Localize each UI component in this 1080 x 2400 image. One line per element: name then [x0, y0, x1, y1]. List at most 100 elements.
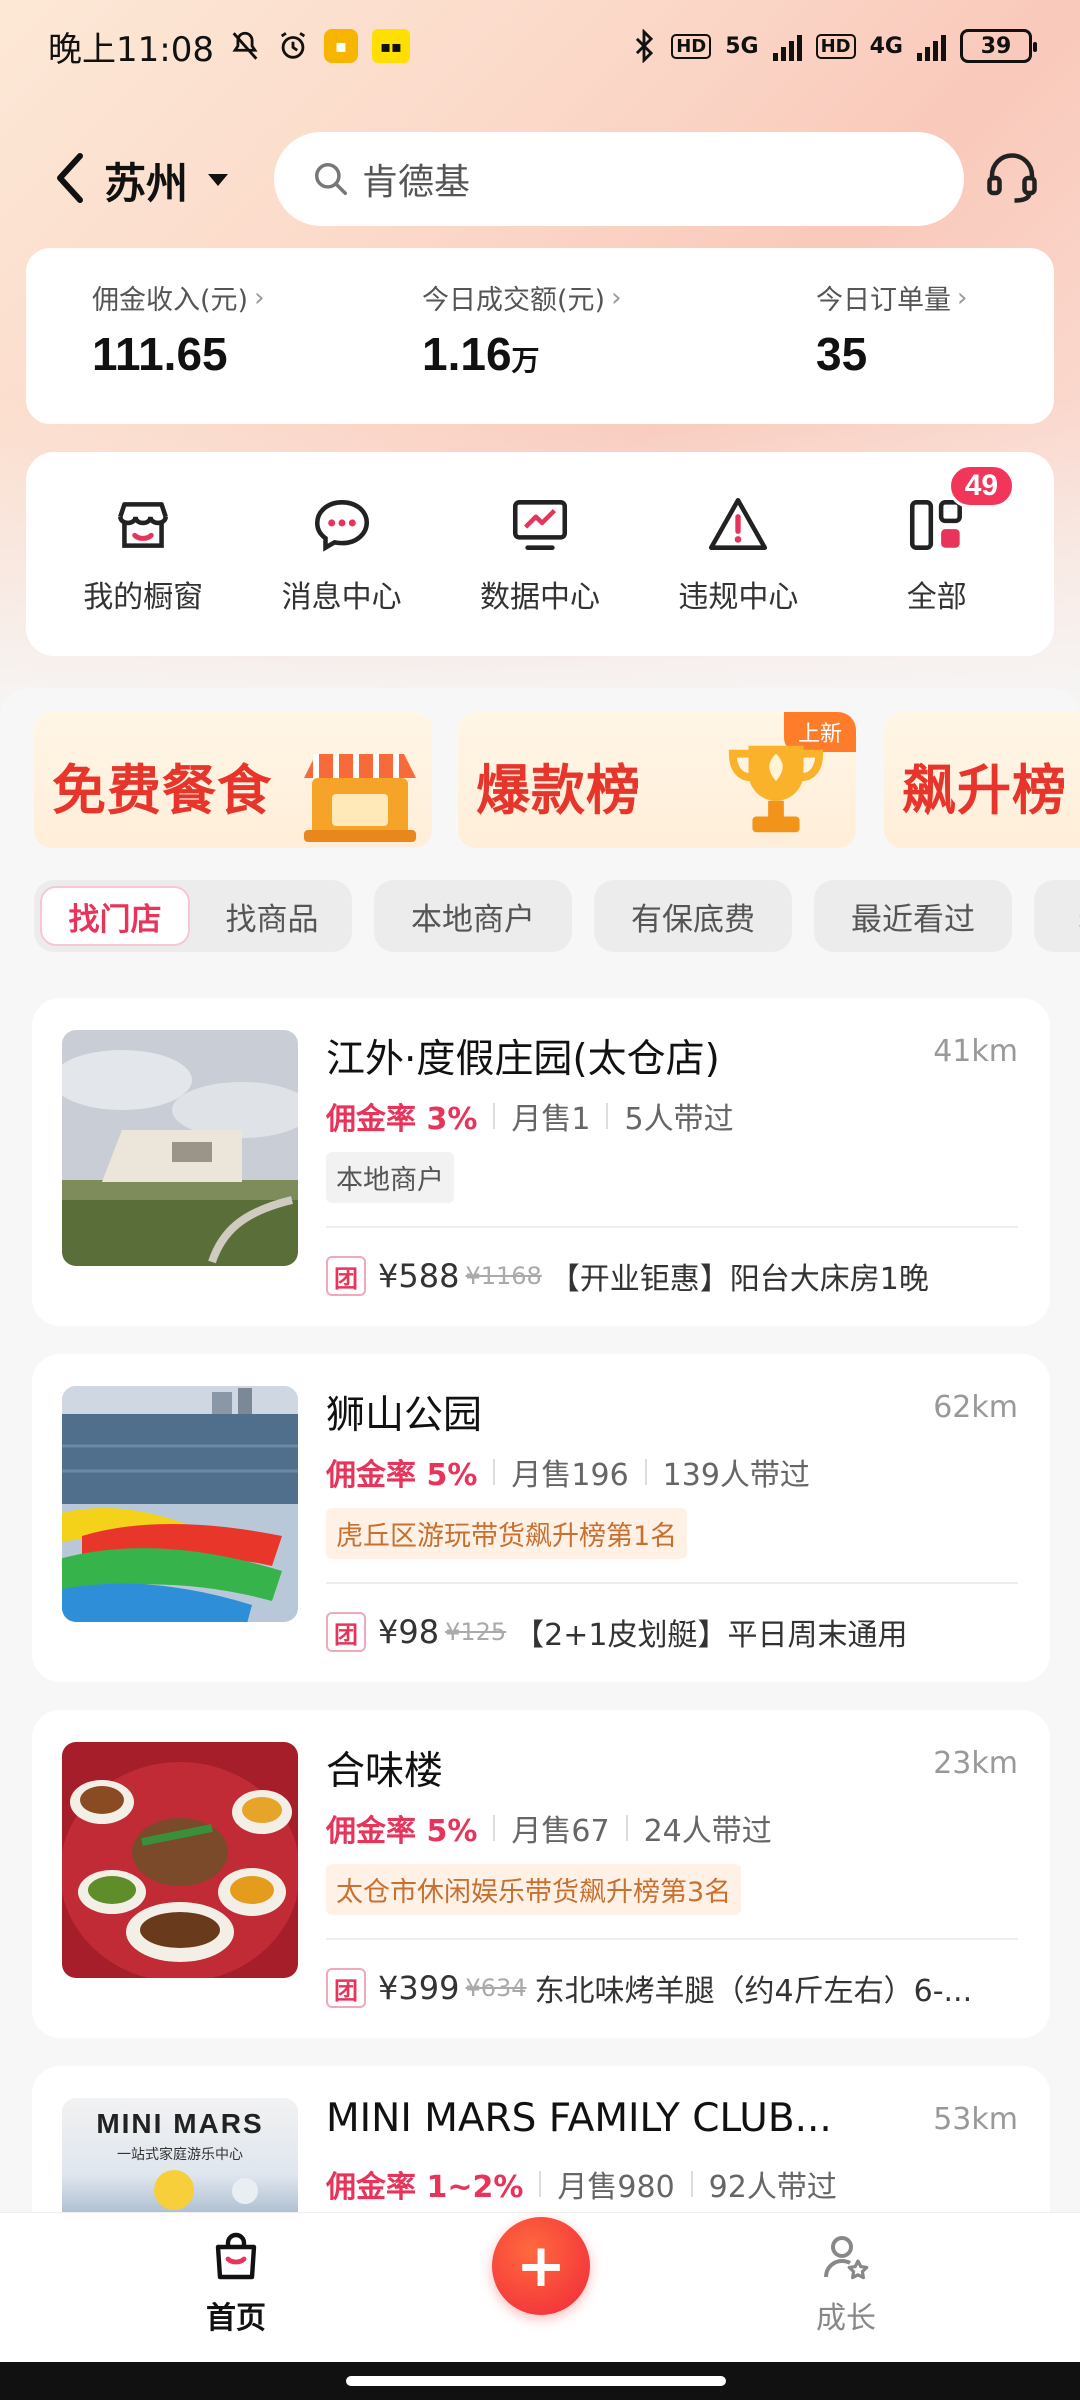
- store-title: 狮山公园: [326, 1393, 483, 1438]
- store-card[interactable]: 狮山公园 62km 佣金率 5% 月售196 139人带过 虎丘区游玩带货飙升榜…: [32, 1354, 1050, 1682]
- signal-5g-icon: [772, 31, 802, 61]
- banner-rising-list[interactable]: 飙升榜: [884, 712, 1080, 848]
- separator: [625, 1815, 628, 1841]
- stat-orders[interactable]: 今日订单量 › 35: [816, 278, 967, 381]
- banner-rising-list-title: 飙升榜: [902, 759, 1067, 822]
- chat-icon: [309, 492, 375, 558]
- monthly-sales: 月售67: [511, 1814, 610, 1849]
- banner-hot-list[interactable]: 爆款榜 上新: [458, 712, 856, 848]
- separator: [690, 2171, 693, 2197]
- battery-icon: 39: [960, 29, 1037, 63]
- stat-orders-value: 35: [816, 328, 868, 380]
- menu-item-showcase[interactable]: 我的橱窗: [58, 492, 228, 616]
- monthly-sales: 月售1: [511, 1102, 591, 1137]
- thumbnail-brand-text: MINI MARS: [96, 2108, 264, 2139]
- store-thumbnail: MINI MARS 一站式家庭游乐中心: [62, 2098, 298, 2226]
- separator: [539, 2171, 542, 2197]
- tab-find-stores[interactable]: 找门店: [40, 886, 190, 946]
- city-selector[interactable]: 苏州: [104, 150, 188, 211]
- deal-description: 【开业钜惠】阳台大床房1晚: [549, 1262, 929, 1297]
- mute-bell-icon: [228, 29, 262, 63]
- bluetooth-icon: [631, 29, 657, 63]
- store-card[interactable]: MINI MARS 一站式家庭游乐中心 MINI MARS FAMILY CLU…: [32, 2066, 1050, 2226]
- divider: [326, 1226, 1018, 1228]
- city-dropdown-caret-icon[interactable]: [208, 174, 228, 186]
- filter-recently-viewed[interactable]: 最近看过: [814, 880, 1012, 952]
- filter-guaranteed-fee[interactable]: 有保底费: [594, 880, 792, 952]
- menu-item-data[interactable]: 数据中心: [455, 492, 625, 616]
- store-card[interactable]: 合味楼 23km 佣金率 5% 月售67 24人带过 太仓市休闲娱乐带货飙升榜第…: [32, 1710, 1050, 2038]
- add-button[interactable]: +: [492, 2217, 590, 2315]
- alarm-icon: [276, 29, 310, 63]
- promoter-count: 24人带过: [643, 1814, 772, 1849]
- nav-home[interactable]: 首页: [186, 2231, 286, 2337]
- commission-rate: 佣金率 5%: [326, 1814, 478, 1849]
- bottom-navigation: 首页 + 成长: [0, 2212, 1080, 2362]
- divider: [326, 1938, 1018, 1940]
- meituan-app-icon: ▪▪: [371, 29, 410, 63]
- deal-price: ¥588: [378, 1257, 460, 1295]
- stat-gmv[interactable]: 今日成交额(元) › 1.16万: [422, 278, 621, 381]
- store-tag: 本地商户: [326, 1152, 454, 1203]
- menu-item-label: 数据中心: [479, 580, 600, 615]
- quick-menu: 我的橱窗 消息中心 数据中心 违规中心 49 全部: [26, 452, 1054, 656]
- store-thumbnail: [62, 1030, 298, 1266]
- menu-item-label: 消息中心: [281, 580, 402, 615]
- notification-count-badge: 49: [947, 464, 1016, 508]
- status-time: 晚上11:08: [48, 29, 214, 70]
- menu-item-messages[interactable]: 消息中心: [257, 492, 427, 616]
- hd-indicator: HD: [671, 33, 712, 59]
- store-card[interactable]: 江外·度假庄园(太仓店) 41km 佣金率 3% 月售1 5人带过 本地商户 团…: [32, 998, 1050, 1326]
- store-distance: 53km: [933, 2102, 1018, 2137]
- ranking-tag: 虎丘区游玩带货飙升榜第1名: [326, 1508, 688, 1559]
- status-bar: 晚上11:08 ▪ ▪▪ HD 5G HD 4G 39: [0, 0, 1080, 92]
- stat-commission-label: 佣金收入(元): [92, 285, 249, 316]
- customer-service-headset-icon[interactable]: [982, 148, 1042, 208]
- deal-row[interactable]: 团 ¥399 ¥634 东北味烤羊腿（约4斤左右）6-...: [326, 1966, 1018, 2010]
- network-5g-label: 5G: [725, 33, 759, 59]
- home-indicator[interactable]: [346, 2376, 726, 2386]
- filter-tabs: 找门店 找商品 本地商户 有保底费 最近看过 粉: [34, 880, 1080, 952]
- store-meta: 佣金率 1~2% 月售980 92人带过: [326, 2162, 837, 2206]
- group-deal-badge: 团: [326, 1968, 366, 2008]
- deal-row[interactable]: 团 ¥588 ¥1168 【开业钜惠】阳台大床房1晚: [326, 1254, 1018, 1298]
- chart-monitor-icon: [507, 492, 573, 558]
- banner-free-meal-title: 免费餐食: [52, 759, 272, 822]
- banner-free-meal[interactable]: 免费餐食: [34, 712, 432, 848]
- filter-local-merchants[interactable]: 本地商户: [374, 880, 572, 952]
- thumbnail-subtitle-text: 一站式家庭游乐中心: [117, 2147, 243, 2163]
- network-4g-label: 4G: [869, 33, 903, 59]
- promoter-count: 5人带过: [624, 1102, 734, 1137]
- stat-gmv-value: 1.16: [422, 328, 512, 380]
- banner-hot-list-title: 爆款榜: [476, 759, 641, 822]
- user-star-icon: [820, 2231, 872, 2287]
- search-placeholder: 肯德基: [362, 162, 471, 203]
- group-deal-badge: 团: [326, 1256, 366, 1296]
- stat-commission[interactable]: 佣金收入(元) › 111.65: [92, 278, 264, 381]
- stat-commission-value: 111.65: [92, 328, 228, 380]
- store-meta: 佣金率 5% 月售196 139人带过: [326, 1450, 810, 1494]
- commission-rate: 佣金率 1~2%: [326, 2170, 524, 2205]
- tab-find-products[interactable]: 找商品: [198, 880, 346, 952]
- chevron-right-icon: ›: [957, 282, 968, 313]
- store-thumbnail: [62, 1386, 298, 1622]
- separator: [606, 1103, 609, 1129]
- earnings-stats-card: 佣金收入(元) › 111.65 今日成交额(元) › 1.16万 今日订单量 › 3…: [26, 248, 1054, 424]
- balloon: [232, 2178, 258, 2204]
- store-distance: 41km: [933, 1034, 1018, 1069]
- menu-item-violations[interactable]: 违规中心: [653, 492, 823, 616]
- promoter-count: 139人带过: [662, 1458, 810, 1493]
- group-deal-badge: 团: [326, 1612, 366, 1652]
- monthly-sales: 月售196: [511, 1458, 629, 1493]
- original-price: ¥125: [445, 1618, 507, 1646]
- search-input[interactable]: 肯德基: [274, 132, 964, 226]
- nav-growth[interactable]: 成长: [796, 2231, 896, 2337]
- deal-row[interactable]: 团 ¥98 ¥125 【2+1皮划艇】平日周末通用: [326, 1610, 1018, 1654]
- promoter-count: 92人带过: [708, 2170, 837, 2205]
- filter-more[interactable]: 粉: [1034, 880, 1080, 952]
- deal-description: 【2+1皮划艇】平日周末通用: [514, 1618, 908, 1653]
- divider: [326, 1582, 1018, 1584]
- child-figure: [154, 2170, 194, 2210]
- menu-item-all[interactable]: 49 全部: [852, 464, 1022, 616]
- back-arrow-icon[interactable]: [50, 148, 90, 208]
